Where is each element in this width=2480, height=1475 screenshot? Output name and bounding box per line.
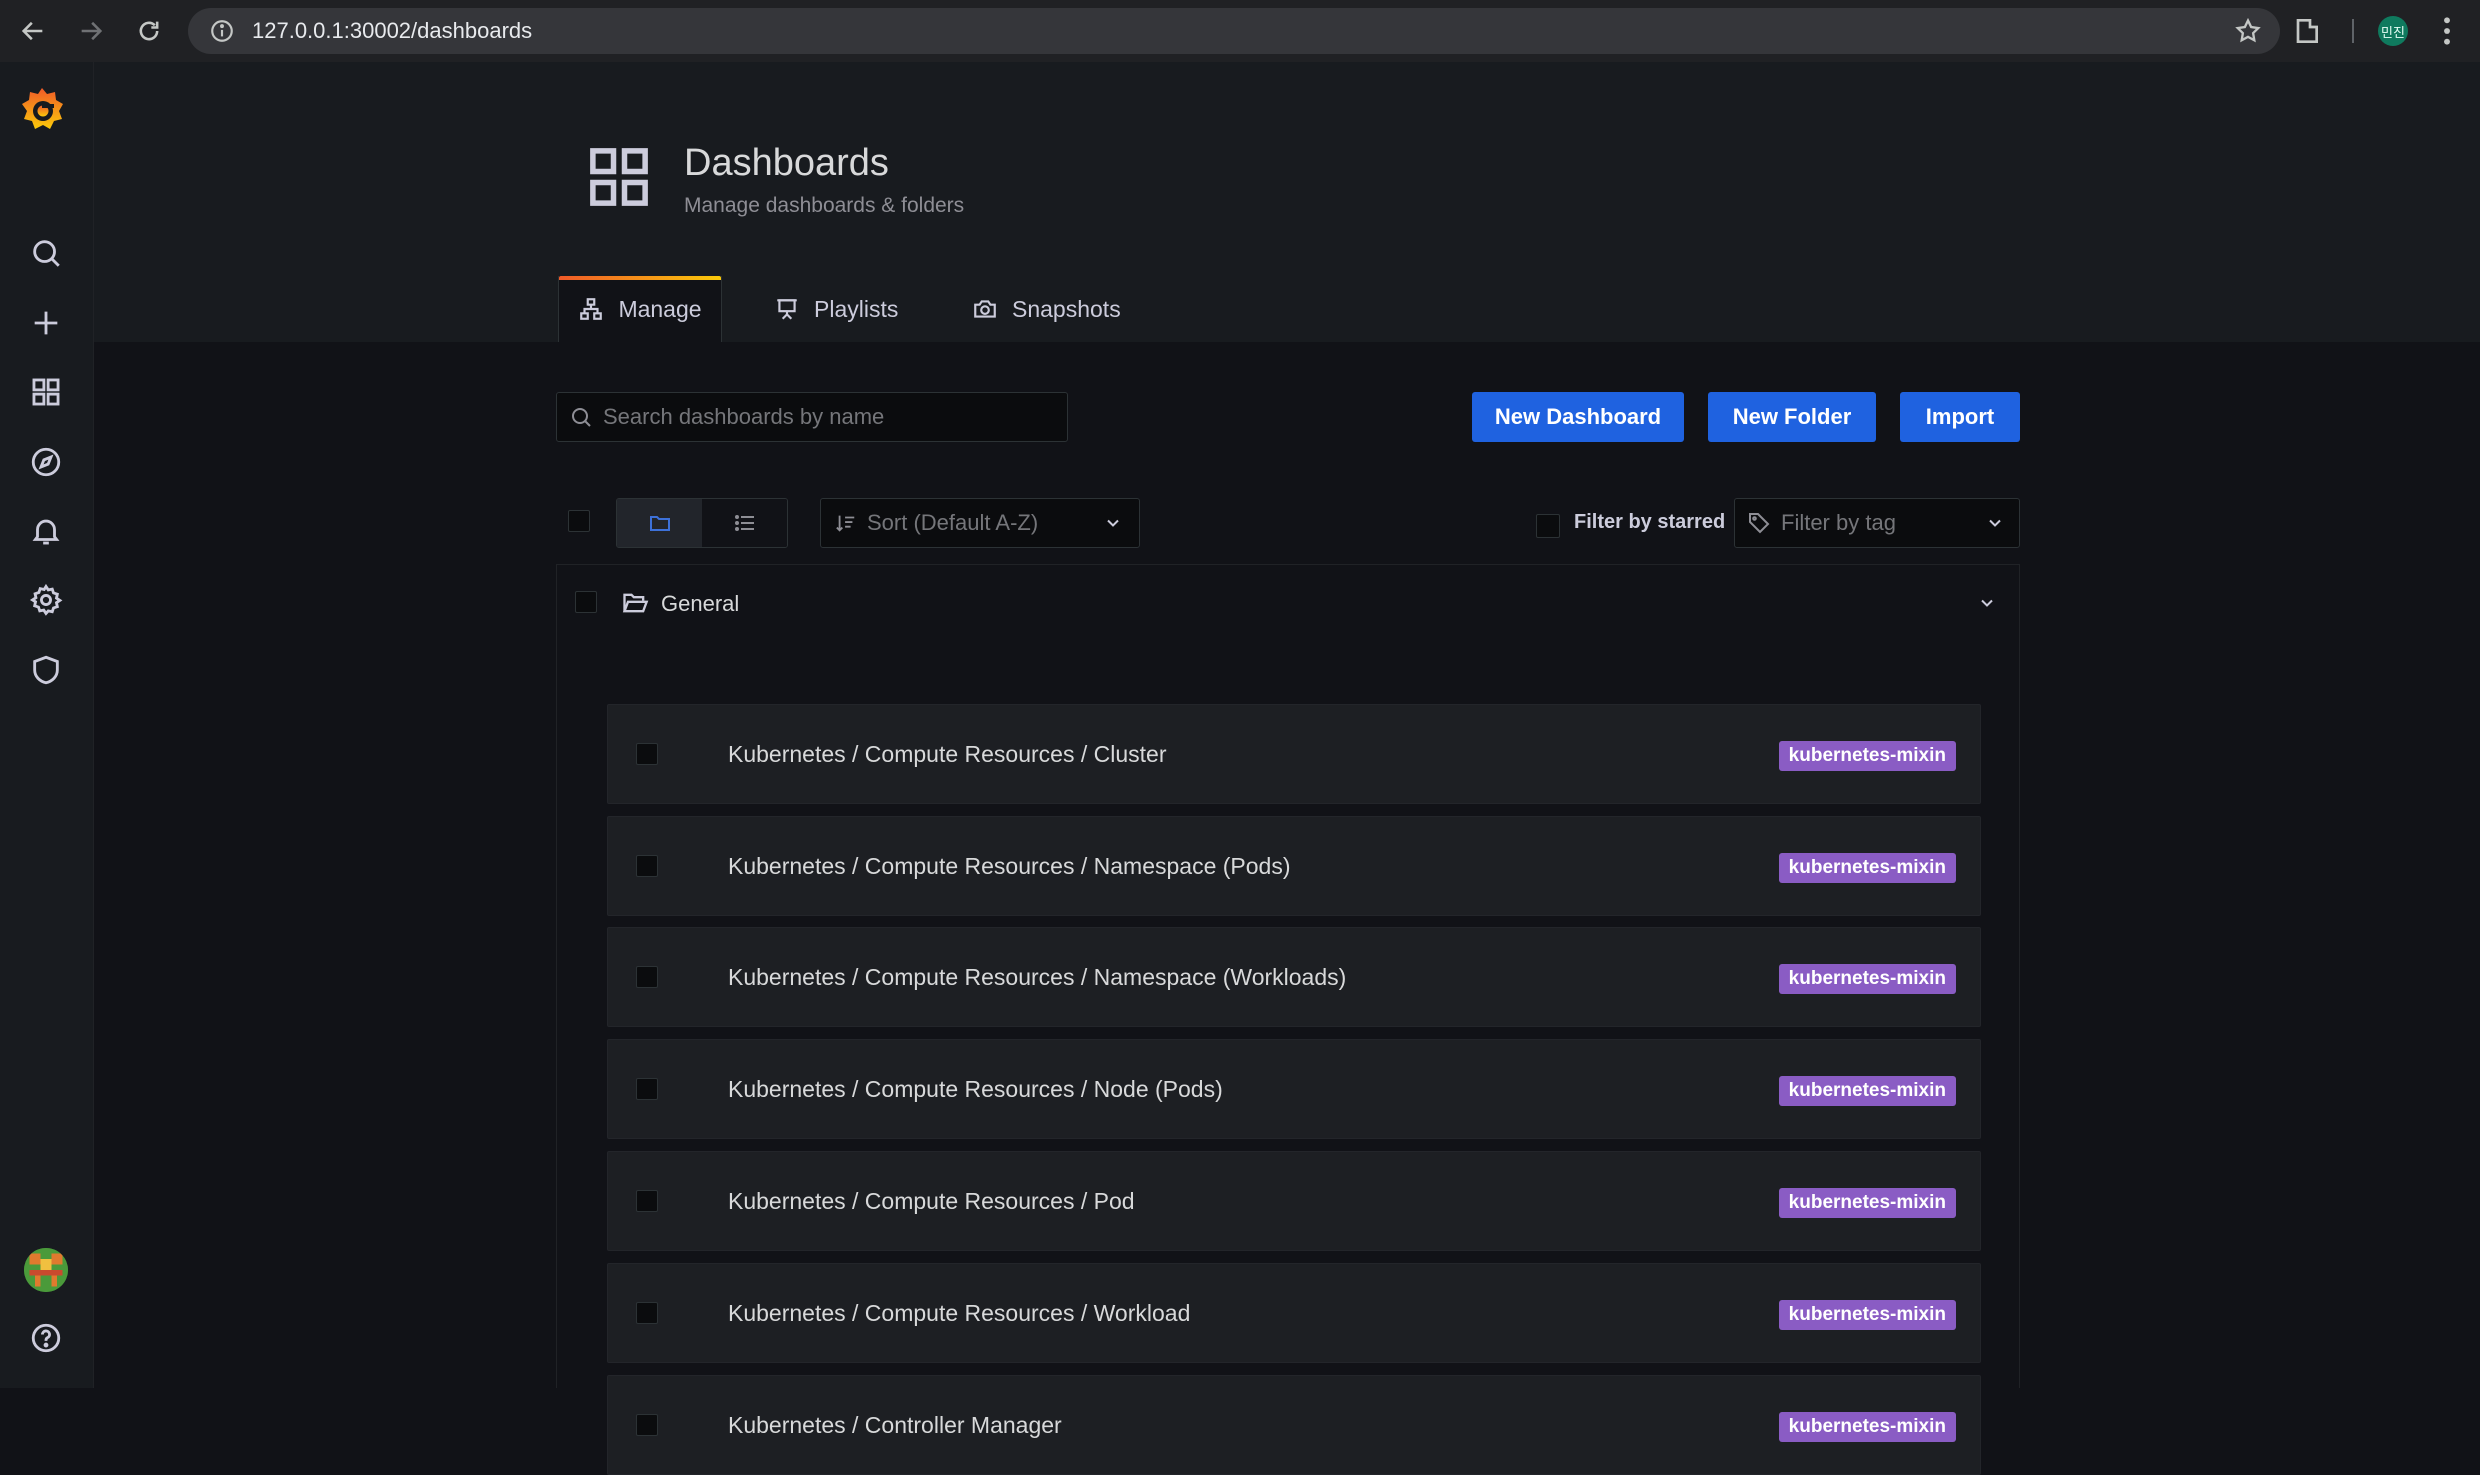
create-plus-icon[interactable] <box>25 302 67 344</box>
explore-compass-icon[interactable] <box>25 441 67 483</box>
tag-filter-placeholder: Filter by tag <box>1781 510 1896 535</box>
folder-name: General <box>661 591 740 616</box>
reload-icon <box>139 21 159 41</box>
tag-badge[interactable]: kubernetes-mixin <box>1778 1076 1956 1106</box>
page-header: Dashboards Manage dashboards & folders M… <box>94 62 2480 342</box>
dashboards-grid-icon <box>590 148 648 206</box>
back-button[interactable] <box>4 0 62 62</box>
list-icon <box>734 515 754 531</box>
row-checkbox[interactable] <box>636 743 658 765</box>
forward-button[interactable] <box>62 0 120 62</box>
dashboards-grid-icon[interactable] <box>25 371 67 413</box>
arrow-left-icon <box>21 21 43 41</box>
tab-manage[interactable]: Manage <box>558 276 722 342</box>
folder-header[interactable]: General <box>557 565 2019 643</box>
folder-section: General Kubernetes / Compute Resources /… <box>556 564 2020 1475</box>
camera-icon <box>974 300 996 318</box>
reload-button[interactable] <box>120 0 178 62</box>
row-checkbox[interactable] <box>636 1414 658 1436</box>
help-icon[interactable] <box>25 1317 67 1359</box>
dashboard-title[interactable]: Kubernetes / Compute Resources / Workloa… <box>728 1300 1190 1327</box>
search-input[interactable] <box>603 404 1043 430</box>
site-info-icon[interactable] <box>196 8 248 54</box>
folder-open-icon <box>622 593 649 613</box>
dashboard-title[interactable]: Kubernetes / Compute Resources / Namespa… <box>728 853 1291 880</box>
profile-avatar[interactable]: 민진 <box>2378 16 2408 46</box>
select-all-checkbox[interactable] <box>568 510 590 532</box>
tab-snapshots[interactable]: Snapshots <box>972 276 1121 342</box>
dashboard-title[interactable]: Kubernetes / Compute Resources / Node (P… <box>728 1076 1223 1103</box>
row-checkbox[interactable] <box>636 1190 658 1212</box>
tab-label: Playlists <box>814 295 899 322</box>
folder-icon <box>649 516 670 531</box>
sitemap-icon <box>580 298 603 320</box>
configuration-gear-icon[interactable] <box>25 579 67 621</box>
main-content: Dashboards Manage dashboards & folders M… <box>94 62 2480 1475</box>
browser-menu-icon[interactable] <box>2440 15 2454 47</box>
sort-icon <box>836 515 855 532</box>
user-avatar[interactable] <box>24 1248 68 1292</box>
dashboard-title[interactable]: Kubernetes / Compute Resources / Pod <box>728 1188 1135 1215</box>
list-view-button[interactable] <box>702 499 787 547</box>
dashboard-title[interactable]: Kubernetes / Controller Manager <box>728 1412 1062 1439</box>
search-icon[interactable] <box>25 232 67 274</box>
page-subtitle: Manage dashboards & folders <box>684 194 965 217</box>
dashboard-row[interactable]: Kubernetes / Compute Resources / Pod kub… <box>607 1151 1981 1251</box>
folder-view-button[interactable] <box>617 499 702 547</box>
sort-placeholder: Sort (Default A-Z) <box>867 510 1039 535</box>
bookmark-star-icon[interactable] <box>2234 17 2262 45</box>
dashboard-row[interactable]: Kubernetes / Controller Manager kubernet… <box>607 1375 1981 1475</box>
sort-select[interactable]: Sort (Default A-Z) <box>820 498 1140 548</box>
view-toggle <box>616 498 788 548</box>
tag-filter-select[interactable]: Filter by tag <box>1734 498 2020 548</box>
dashboard-row[interactable]: Kubernetes / Compute Resources / Cluster… <box>607 704 1981 804</box>
page-title: Dashboards <box>684 142 889 184</box>
presentation-icon <box>777 299 797 320</box>
browser-toolbar: 127.0.0.1:30002/dashboards 민진 <box>0 0 2480 62</box>
address-bar[interactable]: 127.0.0.1:30002/dashboards <box>188 8 2280 54</box>
tag-badge[interactable]: kubernetes-mixin <box>1778 853 1956 883</box>
dashboard-row[interactable]: Kubernetes / Compute Resources / Namespa… <box>607 816 1981 916</box>
row-checkbox[interactable] <box>636 1302 658 1324</box>
row-checkbox[interactable] <box>636 1078 658 1100</box>
search-icon <box>572 408 591 427</box>
filter-by-starred-label: Filter by starred <box>1574 511 1726 533</box>
dashboard-title[interactable]: Kubernetes / Compute Resources / Cluster <box>728 741 1166 768</box>
grafana-logo-icon[interactable] <box>16 84 68 136</box>
arrow-right-icon <box>81 21 103 41</box>
chevron-down-icon[interactable] <box>1977 593 1997 613</box>
row-checkbox[interactable] <box>636 855 658 877</box>
chevron-down-icon <box>1989 519 2001 527</box>
search-input-container[interactable] <box>556 392 1068 442</box>
tag-icon <box>1749 513 1770 534</box>
tag-badge[interactable]: kubernetes-mixin <box>1778 1300 1956 1330</box>
server-admin-shield-icon[interactable] <box>25 649 67 691</box>
tab-label: Manage <box>618 295 702 322</box>
import-button[interactable]: Import <box>1900 392 2020 442</box>
extensions-icon[interactable] <box>2290 15 2322 47</box>
sidebar <box>0 62 94 1388</box>
tag-badge[interactable]: kubernetes-mixin <box>1778 741 1956 771</box>
tab-label: Snapshots <box>1012 295 1121 322</box>
alerting-bell-icon[interactable] <box>25 510 67 552</box>
url-text: 127.0.0.1:30002/dashboards <box>252 18 533 43</box>
tag-badge[interactable]: kubernetes-mixin <box>1778 964 1956 994</box>
filter-by-starred-checkbox[interactable] <box>1536 514 1560 538</box>
new-folder-button[interactable]: New Folder <box>1708 392 1876 442</box>
new-dashboard-button[interactable]: New Dashboard <box>1472 392 1684 442</box>
toolbar-divider <box>2352 19 2354 43</box>
row-checkbox[interactable] <box>636 966 658 988</box>
dashboard-row[interactable]: Kubernetes / Compute Resources / Namespa… <box>607 927 1981 1027</box>
chevron-down-icon <box>1107 519 1119 527</box>
dashboard-title[interactable]: Kubernetes / Compute Resources / Namespa… <box>728 964 1346 991</box>
tag-badge[interactable]: kubernetes-mixin <box>1778 1188 1956 1218</box>
dashboard-row[interactable]: Kubernetes / Compute Resources / Workloa… <box>607 1263 1981 1363</box>
dashboard-row[interactable]: Kubernetes / Compute Resources / Node (P… <box>607 1039 1981 1139</box>
folder-checkbox[interactable] <box>575 591 597 613</box>
tag-badge[interactable]: kubernetes-mixin <box>1778 1412 1956 1442</box>
tab-playlists[interactable]: Playlists <box>774 276 898 342</box>
